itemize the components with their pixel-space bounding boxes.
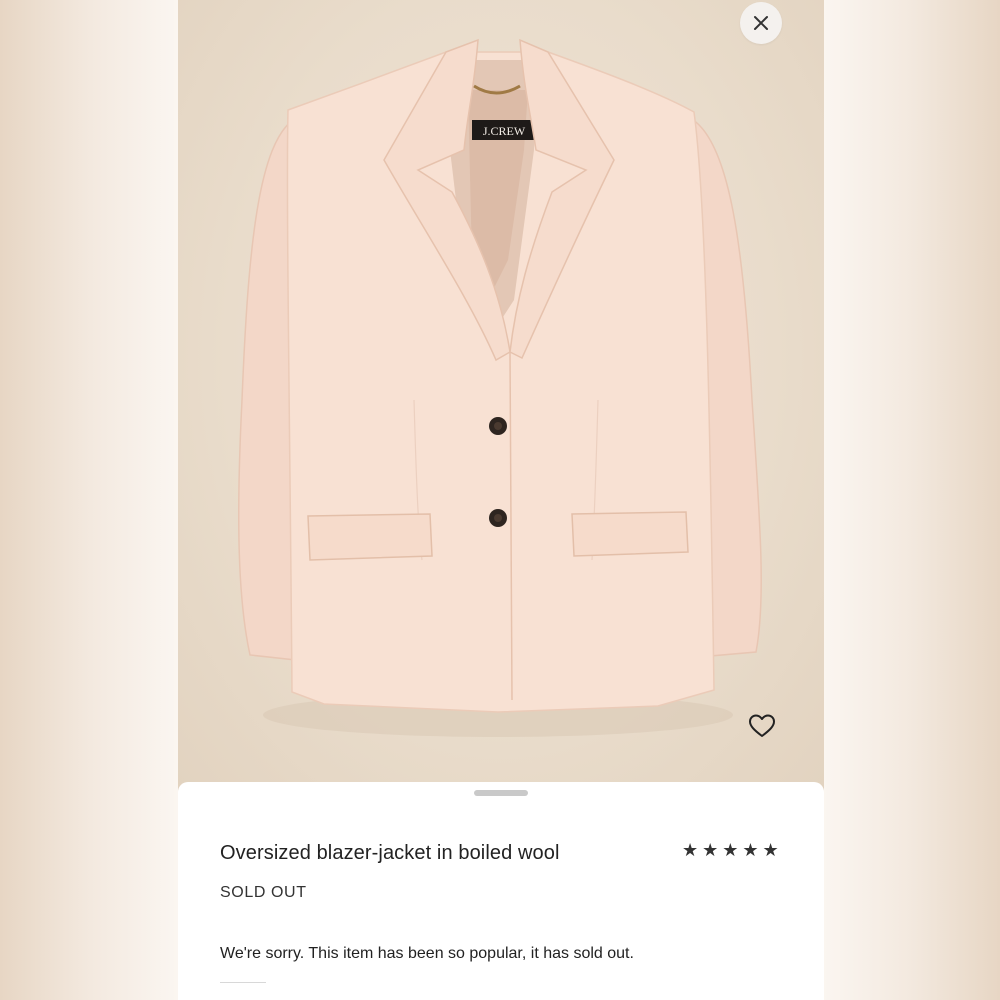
- sold-out-status: SOLD OUT: [220, 884, 307, 901]
- sold-out-message: We're sorry. This item has been so popul…: [220, 945, 634, 962]
- product-image: J.CREW: [178, 0, 824, 790]
- close-button[interactable]: [740, 2, 782, 44]
- close-icon: [754, 16, 768, 30]
- blazer-illustration: J.CREW: [237, 38, 762, 737]
- product-detail-screen: J.CREW Oversized blazer-jacket in boiled…: [178, 0, 824, 1000]
- product-title: Oversized blazer-jacket in boiled wool: [220, 842, 560, 864]
- heart-outline-icon: [749, 714, 775, 737]
- divider: [220, 982, 266, 983]
- drag-handle[interactable]: [474, 790, 528, 796]
- rating-stars: ★★★★★: [682, 840, 783, 861]
- brand-label: J.CREW: [483, 124, 526, 138]
- product-info-sheet: Oversized blazer-jacket in boiled wool ★…: [178, 782, 824, 1000]
- favorite-button[interactable]: [744, 708, 780, 744]
